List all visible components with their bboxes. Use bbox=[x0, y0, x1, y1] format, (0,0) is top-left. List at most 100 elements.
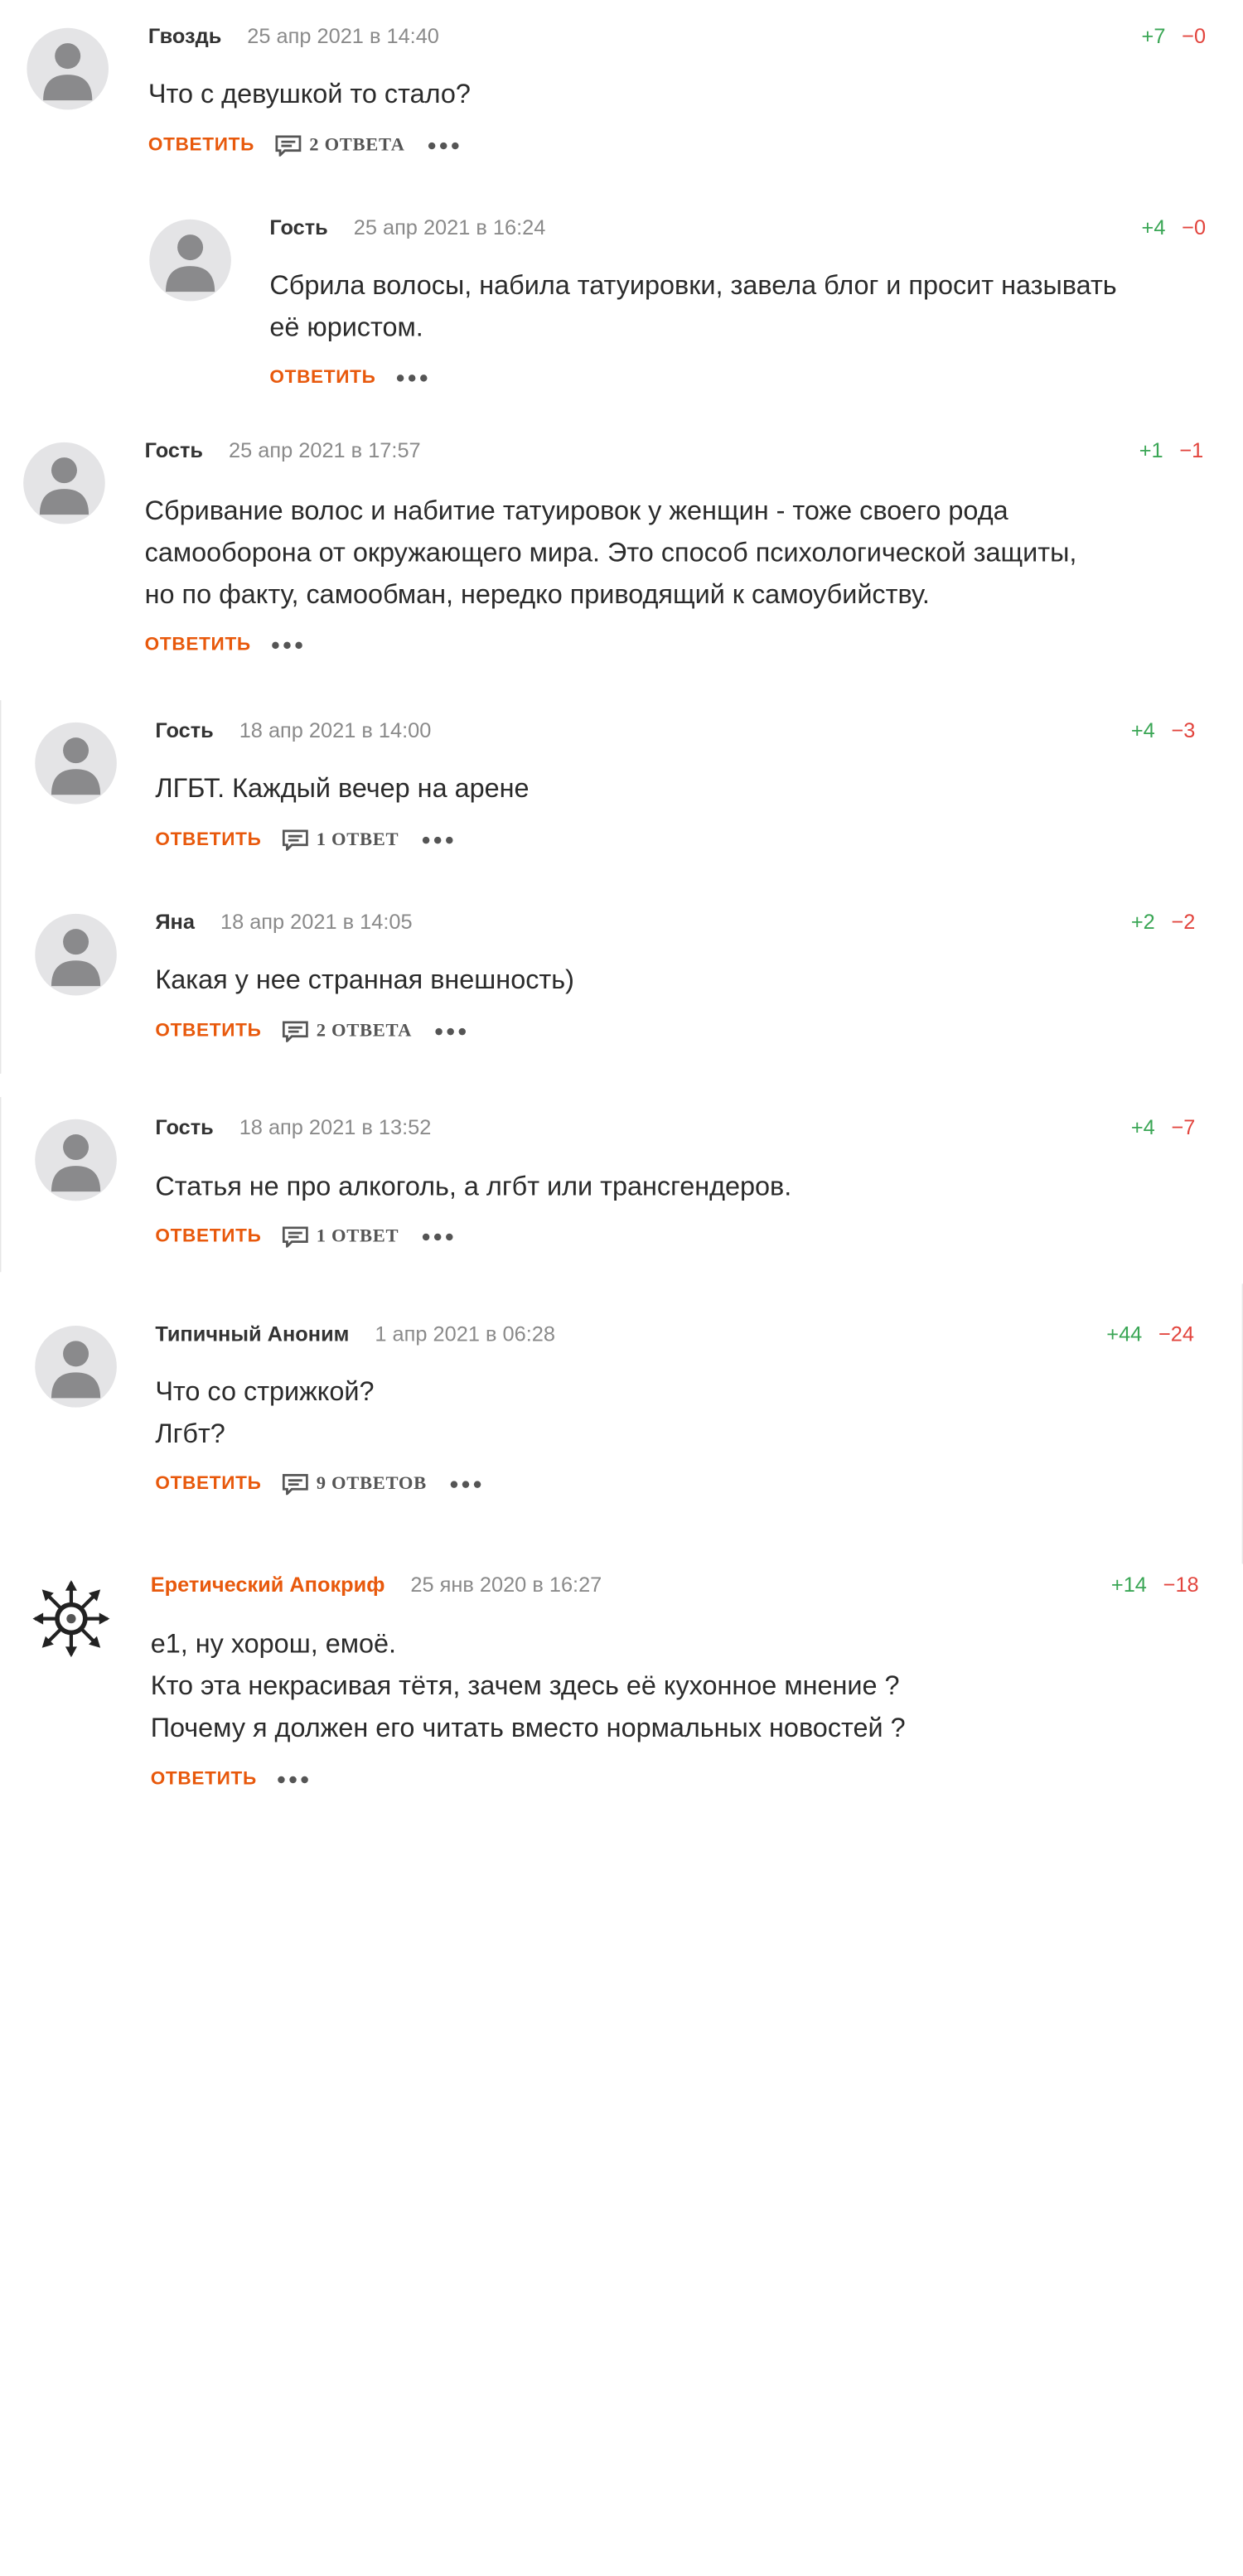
comment-meta: Гость 18 апр 2021 в 14:00 bbox=[155, 719, 431, 744]
speech-bubble-icon bbox=[282, 1226, 308, 1248]
comment-line: но по факту, самообман, нередко приводящ… bbox=[144, 578, 930, 610]
speech-bubble-icon bbox=[275, 135, 302, 157]
answers-count: 2 ОТВЕТА bbox=[316, 1021, 413, 1042]
downvote-count[interactable]: −0 bbox=[1182, 25, 1206, 48]
avatar[interactable] bbox=[35, 1326, 117, 1408]
vote-counter: +7 −0 bbox=[1142, 25, 1207, 50]
downvote-count[interactable]: −0 bbox=[1182, 216, 1206, 239]
comment-actions: ОТВЕТИТЬ 1 ОТВЕТ bbox=[155, 829, 452, 851]
more-options-icon[interactable] bbox=[272, 637, 302, 654]
more-options-icon[interactable] bbox=[422, 1229, 452, 1245]
answers-button[interactable]: 9 ОТВЕТОВ bbox=[282, 1473, 427, 1496]
reply-button[interactable]: ОТВЕТИТЬ bbox=[155, 829, 261, 850]
comment-author[interactable]: Гость bbox=[269, 216, 327, 241]
more-options-icon[interactable] bbox=[428, 138, 459, 154]
vote-counter: +4 −0 bbox=[1142, 216, 1207, 241]
comment-line: е1, ну хорош, емоё. bbox=[150, 1627, 397, 1659]
downvote-count[interactable]: −1 bbox=[1179, 439, 1203, 462]
comment-author[interactable]: Гость bbox=[155, 1116, 213, 1141]
comment-actions: ОТВЕТИТЬ bbox=[151, 1769, 308, 1790]
answers-count: 9 ОТВЕТОВ bbox=[316, 1473, 427, 1494]
user-silhouette-icon bbox=[51, 1134, 101, 1192]
comment-date: 25 янв 2020 в 16:27 bbox=[410, 1573, 602, 1597]
upvote-count[interactable]: +2 bbox=[1131, 911, 1155, 934]
more-options-icon[interactable] bbox=[396, 370, 428, 386]
upvote-count[interactable]: +7 bbox=[1142, 25, 1166, 48]
comment-text: Какая у нее странная внешность) bbox=[155, 958, 574, 1000]
comment-author[interactable]: Типичный Аноним bbox=[155, 1322, 349, 1347]
chaos-star-icon bbox=[32, 1580, 110, 1658]
avatar[interactable] bbox=[35, 722, 117, 805]
avatar[interactable] bbox=[149, 219, 231, 302]
comment-meta: Гость 25 апр 2021 в 17:57 bbox=[145, 439, 421, 464]
comment-line: Почему я должен его читать вместо нормал… bbox=[150, 1712, 906, 1742]
answers-button[interactable]: 1 ОТВЕТ bbox=[282, 829, 399, 851]
comment-actions: ОТВЕТИТЬ bbox=[269, 368, 428, 389]
answers-button[interactable]: 2 ОТВЕТА bbox=[275, 135, 405, 157]
avatar[interactable] bbox=[23, 442, 105, 524]
downvote-count[interactable]: −24 bbox=[1158, 1322, 1194, 1346]
reply-button[interactable]: ОТВЕТИТЬ bbox=[155, 1474, 261, 1495]
comment-actions: ОТВЕТИТЬ 1 ОТВЕТ bbox=[155, 1226, 452, 1248]
comment-line: Сбривание волос и набитие татуировок у ж… bbox=[144, 495, 1008, 525]
vote-counter: +1 −1 bbox=[1139, 439, 1204, 464]
comment-date: 18 апр 2021 в 14:05 bbox=[220, 910, 413, 934]
comment-author[interactable]: Гость bbox=[155, 719, 213, 744]
comment-line: самооборона от окружающего мира. Это спо… bbox=[144, 536, 1077, 568]
avatar[interactable] bbox=[27, 27, 109, 110]
user-silhouette-icon bbox=[51, 929, 101, 987]
user-silhouette-icon bbox=[43, 43, 93, 101]
comment-author[interactable]: Гвоздь bbox=[148, 25, 221, 50]
comment-meta: Яна 18 апр 2021 в 14:05 bbox=[155, 911, 412, 935]
more-options-icon[interactable] bbox=[435, 1023, 466, 1040]
reply-button[interactable]: ОТВЕТИТЬ bbox=[269, 368, 375, 389]
more-options-icon[interactable] bbox=[422, 832, 452, 848]
comment-line: Кто эта некрасивая тётя, зачем здесь её … bbox=[150, 1670, 900, 1701]
comment-meta: Гвоздь 25 апр 2021 в 14:40 bbox=[148, 25, 439, 50]
comment-author[interactable]: Гость bbox=[145, 439, 203, 464]
comment-actions: ОТВЕТИТЬ bbox=[145, 635, 302, 655]
comment-date: 25 апр 2021 в 14:40 bbox=[247, 24, 439, 48]
comment-date: 25 апр 2021 в 16:24 bbox=[353, 215, 546, 239]
upvote-count[interactable]: +4 bbox=[1131, 1116, 1155, 1139]
downvote-count[interactable]: −3 bbox=[1171, 719, 1195, 742]
user-silhouette-icon bbox=[51, 737, 101, 795]
comment-author[interactable]: Яна bbox=[155, 911, 195, 935]
comment-date: 18 апр 2021 в 14:00 bbox=[239, 718, 432, 742]
upvote-count[interactable]: +14 bbox=[1111, 1573, 1147, 1597]
comment-date: 18 апр 2021 в 13:52 bbox=[239, 1115, 432, 1139]
comment-date: 25 апр 2021 в 17:57 bbox=[229, 438, 421, 462]
downvote-count[interactable]: −2 bbox=[1171, 911, 1195, 934]
comment-author[interactable]: Еретический Апокриф bbox=[151, 1573, 385, 1598]
upvote-count[interactable]: +1 bbox=[1139, 439, 1163, 462]
user-silhouette-icon bbox=[166, 234, 215, 292]
left-border bbox=[0, 700, 2, 1074]
comment-line: её юристом. bbox=[269, 312, 423, 342]
comment-text: Сбрила волосы, набила татуировки, завела… bbox=[269, 263, 1116, 347]
more-options-icon[interactable] bbox=[450, 1476, 481, 1493]
comment-meta: Гость 18 апр 2021 в 13:52 bbox=[155, 1116, 431, 1141]
reply-button[interactable]: ОТВЕТИТЬ bbox=[155, 1226, 261, 1247]
answers-button[interactable]: 1 ОТВЕТ bbox=[282, 1226, 399, 1248]
downvote-count[interactable]: −7 bbox=[1171, 1116, 1195, 1139]
upvote-count[interactable]: +4 bbox=[1131, 719, 1155, 742]
reply-button[interactable]: ОТВЕТИТЬ bbox=[155, 1021, 261, 1042]
comment-text: ЛГБТ. Каждый вечер на арене bbox=[155, 766, 529, 809]
more-options-icon[interactable] bbox=[278, 1771, 308, 1788]
answers-count: 1 ОТВЕТ bbox=[316, 1226, 399, 1247]
vote-counter: +2 −2 bbox=[1131, 911, 1196, 935]
reply-button[interactable]: ОТВЕТИТЬ bbox=[148, 135, 254, 156]
vote-counter: +14 −18 bbox=[1111, 1573, 1199, 1598]
answers-button[interactable]: 2 ОТВЕТА bbox=[282, 1021, 413, 1042]
avatar[interactable] bbox=[31, 1578, 113, 1660]
downvote-count[interactable]: −18 bbox=[1163, 1573, 1199, 1597]
avatar[interactable] bbox=[35, 913, 117, 996]
upvote-count[interactable]: +4 bbox=[1142, 216, 1166, 239]
comment-line: ЛГБТ. Каждый вечер на арене bbox=[155, 772, 530, 804]
reply-button[interactable]: ОТВЕТИТЬ bbox=[151, 1769, 257, 1790]
avatar[interactable] bbox=[35, 1119, 117, 1201]
upvote-count[interactable]: +44 bbox=[1106, 1322, 1142, 1346]
comment-line: Лгбт? bbox=[155, 1418, 225, 1448]
reply-button[interactable]: ОТВЕТИТЬ bbox=[145, 635, 251, 655]
answers-count: 2 ОТВЕТА bbox=[309, 135, 405, 156]
